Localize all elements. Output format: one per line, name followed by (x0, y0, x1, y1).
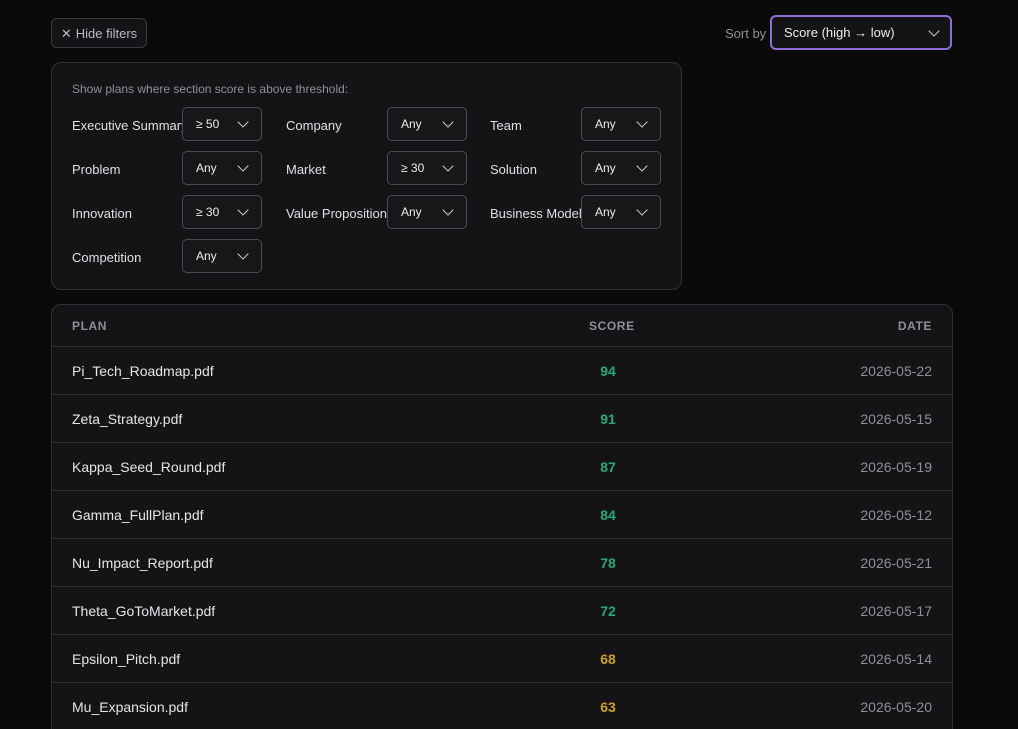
plan-date: 2026-05-15 (860, 411, 932, 427)
filter-select-business-model[interactable]: Any (581, 195, 661, 229)
filter-label-market: Market (286, 162, 326, 177)
page: ✕ Hide filters Sort by Score (high → low… (0, 0, 1018, 729)
filter-select-market[interactable]: ≥ 30 (387, 151, 467, 185)
chevron-down-icon (442, 160, 454, 172)
filter-select-team[interactable]: Any (581, 107, 661, 141)
filter-select-value: Any (595, 117, 616, 131)
filter-label-problem: Problem (72, 162, 121, 177)
filter-select-innovation[interactable]: ≥ 30 (182, 195, 262, 229)
filter-select-value: Any (401, 117, 422, 131)
column-header-plan[interactable]: PLAN (72, 319, 107, 333)
plan-score: 84 (600, 507, 616, 523)
plan-name[interactable]: Theta_GoToMarket.pdf (72, 603, 215, 619)
filter-select-value: Any (595, 161, 616, 175)
chevron-down-icon (442, 204, 454, 216)
filter-label-value-proposition: Value Proposition (286, 206, 387, 221)
table-row[interactable]: Mu_Expansion.pdf 63 2026-05-20 (52, 683, 952, 729)
chevron-down-icon (237, 204, 249, 216)
plan-date: 2026-05-12 (860, 507, 932, 523)
filter-label-team: Team (490, 118, 522, 133)
column-header-score[interactable]: SCORE (589, 319, 635, 333)
filter-label-company: Company (286, 118, 342, 133)
table-row[interactable]: Kappa_Seed_Round.pdf 87 2026-05-19 (52, 443, 952, 491)
filter-select-problem[interactable]: Any (182, 151, 262, 185)
plan-name[interactable]: Zeta_Strategy.pdf (72, 411, 182, 427)
filter-select-value: Any (196, 161, 217, 175)
table-row[interactable]: Nu_Impact_Report.pdf 78 2026-05-21 (52, 539, 952, 587)
plan-score: 72 (600, 603, 616, 619)
plan-name[interactable]: Gamma_FullPlan.pdf (72, 507, 204, 523)
filter-select-value: Any (401, 205, 422, 219)
plan-score: 78 (600, 555, 616, 571)
plan-score: 68 (600, 651, 616, 667)
filter-label-innovation: Innovation (72, 206, 132, 221)
plan-date: 2026-05-14 (860, 651, 932, 667)
chevron-down-icon (237, 116, 249, 128)
column-header-date[interactable]: DATE (898, 319, 932, 333)
sort-select[interactable]: Score (high → low) (770, 15, 952, 50)
table-row[interactable]: Zeta_Strategy.pdf 91 2026-05-15 (52, 395, 952, 443)
filter-select-value: ≥ 50 (196, 117, 220, 131)
plan-score: 91 (600, 411, 616, 427)
plan-name[interactable]: Kappa_Seed_Round.pdf (72, 459, 225, 475)
plan-score: 87 (600, 459, 616, 475)
table-row[interactable]: Pi_Tech_Roadmap.pdf 94 2026-05-22 (52, 347, 952, 395)
sort-select-value: Score (high → low) (784, 25, 895, 40)
plan-date: 2026-05-21 (860, 555, 932, 571)
table-row[interactable]: Epsilon_Pitch.pdf 68 2026-05-14 (52, 635, 952, 683)
filter-select-value: ≥ 30 (401, 161, 425, 175)
plan-name[interactable]: Mu_Expansion.pdf (72, 699, 188, 715)
filter-select-competition[interactable]: Any (182, 239, 262, 273)
plan-name[interactable]: Pi_Tech_Roadmap.pdf (72, 363, 214, 379)
plan-date: 2026-05-22 (860, 363, 932, 379)
hide-filters-label: Hide filters (75, 25, 138, 41)
filter-label-executive-summary: Executive Summary (72, 118, 188, 133)
plan-date: 2026-05-17 (860, 603, 932, 619)
table-header: PLAN SCORE DATE (52, 305, 952, 347)
filter-label-business-model: Business Model (490, 206, 582, 221)
chevron-down-icon (928, 24, 940, 37)
filter-select-value: Any (595, 205, 616, 219)
hide-filters-button[interactable]: ✕ Hide filters (51, 18, 147, 48)
sort-by-label: Sort by (725, 26, 767, 41)
chevron-down-icon (636, 204, 648, 216)
filter-label-solution: Solution (490, 162, 537, 177)
filter-select-value: ≥ 30 (196, 205, 220, 219)
table-row[interactable]: Gamma_FullPlan.pdf 84 2026-05-12 (52, 491, 952, 539)
filter-select-value-proposition[interactable]: Any (387, 195, 467, 229)
plan-date: 2026-05-19 (860, 459, 932, 475)
chevron-down-icon (442, 116, 454, 128)
filter-panel: Show plans where section score is above … (51, 62, 682, 290)
plan-score: 94 (600, 363, 616, 379)
filter-caption: Show plans where section score is above … (72, 82, 349, 96)
close-icon: ✕ (60, 25, 72, 41)
plan-date: 2026-05-20 (860, 699, 932, 715)
filter-select-solution[interactable]: Any (581, 151, 661, 185)
filter-select-value: Any (196, 249, 217, 263)
results-table: PLAN SCORE DATE Pi_Tech_Roadmap.pdf 94 2… (51, 304, 953, 729)
filter-select-executive-summary[interactable]: ≥ 50 (182, 107, 262, 141)
chevron-down-icon (636, 116, 648, 128)
chevron-down-icon (237, 160, 249, 172)
filter-select-company[interactable]: Any (387, 107, 467, 141)
plan-name[interactable]: Nu_Impact_Report.pdf (72, 555, 213, 571)
plan-score: 63 (600, 699, 616, 715)
chevron-down-icon (237, 248, 249, 260)
plan-name[interactable]: Epsilon_Pitch.pdf (72, 651, 180, 667)
chevron-down-icon (636, 160, 648, 172)
table-row[interactable]: Theta_GoToMarket.pdf 72 2026-05-17 (52, 587, 952, 635)
filter-label-competition: Competition (72, 250, 142, 265)
